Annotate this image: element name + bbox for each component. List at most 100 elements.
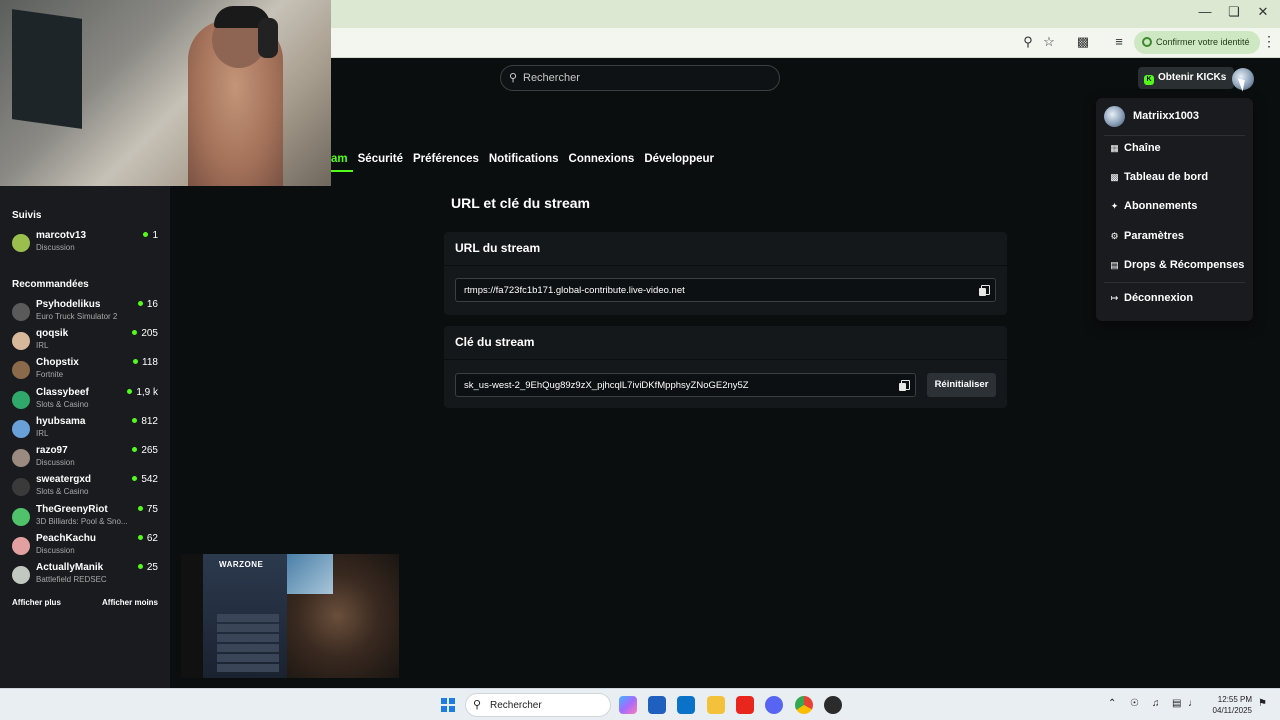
stream-key-value: sk_us-west-2_9EhQug89z9zX_pjhcqlL7iviDKf…: [464, 380, 749, 391]
tab-notifications[interactable]: Notifications: [489, 153, 559, 165]
menu-item-subscriptions[interactable]: ✦ Abonnements: [1104, 196, 1245, 218]
outlook-icon[interactable]: [677, 696, 695, 714]
volume-icon[interactable]: ♩: [1188, 698, 1198, 709]
divider: [1104, 282, 1245, 283]
sidebar-channel[interactable]: PeachKachu Discussion 62: [10, 533, 160, 561]
tab-stream[interactable]: am: [331, 153, 348, 165]
reset-key-button[interactable]: Réinitialiser: [927, 373, 996, 397]
sidebar-channel[interactable]: Classybeef Slots & Casino 1,9 k: [10, 387, 160, 415]
viewer-count: 205: [132, 328, 158, 339]
avatar: [12, 332, 30, 350]
sidebar-channel[interactable]: marcotv13 Discussion 1: [10, 230, 160, 258]
minimize-icon[interactable]: —: [1190, 4, 1220, 19]
viewer-count: 25: [137, 562, 158, 573]
avatar: [12, 391, 30, 409]
discord-icon[interactable]: [765, 696, 783, 714]
password-key-icon[interactable]: ⚲: [1019, 33, 1037, 51]
avatar: [12, 234, 30, 252]
sidebar: Suivis marcotv13 Discussion 1 Recommandé…: [0, 186, 170, 688]
avatar: [12, 420, 30, 438]
avatar: [1104, 106, 1125, 127]
viewer-count: 812: [132, 416, 158, 427]
sidebar-channel[interactable]: ActuallyManik Battlefield REDSEC 25: [10, 562, 160, 590]
tab-developer[interactable]: Développeur: [644, 153, 714, 165]
copy-icon[interactable]: [899, 380, 910, 391]
sidebar-channel[interactable]: Chopstix Fortnite 118: [10, 357, 160, 385]
maximize-icon[interactable]: ❏: [1219, 4, 1249, 20]
viewer-count: 16: [137, 299, 158, 310]
user-menu-dropdown: Matriixx1003 ▦ Chaîne ▩ Tableau de bord ✦ A…: [1096, 98, 1253, 321]
tab-preferences[interactable]: Préférences: [413, 153, 479, 165]
live-dot-icon: [127, 389, 133, 394]
live-dot-icon: [137, 301, 143, 306]
verify-identity-button[interactable]: Confirmer votre identité: [1134, 31, 1260, 54]
webcam-monitor: [12, 9, 82, 129]
copilot-icon[interactable]: [619, 696, 637, 714]
stream-key-heading: Clé du stream: [444, 326, 1007, 360]
network-icon[interactable]: ▤: [1172, 698, 1181, 709]
sidebar-channel[interactable]: razo97 Discussion 265: [10, 445, 160, 473]
avatar: [12, 566, 30, 584]
live-dot-icon: [132, 476, 138, 481]
get-kicks-button[interactable]: K Obtenir KICKs: [1138, 67, 1235, 89]
reading-list-icon[interactable]: ≡: [1110, 33, 1128, 51]
obs-icon[interactable]: [824, 696, 842, 714]
sparkle-icon: ✦: [1110, 201, 1119, 211]
notification-icon[interactable]: ⚑: [1258, 698, 1267, 709]
live-dot-icon: [133, 359, 139, 364]
stream-key-card: Clé du stream sk_us-west-2_9EhQug89z9zX_…: [444, 326, 1007, 408]
sidebar-channel[interactable]: hyubsama IRL 812: [10, 416, 160, 444]
tab-security[interactable]: Sécurité: [358, 153, 403, 165]
stream-url-field[interactable]: rtmps://fa723fc1b171.global-contribute.l…: [455, 278, 996, 302]
store-icon[interactable]: [648, 696, 666, 714]
sidebar-channel[interactable]: qoqsik IRL 205: [10, 328, 160, 356]
bookmark-star-icon[interactable]: ☆: [1040, 33, 1058, 51]
webcam-headset: [258, 18, 278, 58]
menu-item-settings[interactable]: ⚙ Paramètres: [1104, 226, 1245, 248]
file-explorer-icon[interactable]: [707, 696, 725, 714]
page-title: URL et clé du stream: [451, 195, 591, 211]
avatar: [12, 449, 30, 467]
divider: [1104, 135, 1245, 136]
microphone-icon[interactable]: ♫: [1152, 698, 1160, 709]
browser-menu-icon[interactable]: ⋮: [1262, 33, 1276, 50]
menu-item-logout[interactable]: ↦ Déconnexion: [1104, 288, 1245, 310]
sidebar-channel[interactable]: Psyhodelikus Euro Truck Simulator 2 16: [10, 299, 160, 327]
menu-item-drops[interactable]: ▤ Drops & Récompenses: [1104, 255, 1245, 277]
site-search[interactable]: ⚲: [500, 65, 780, 91]
search-icon: ⚲: [509, 72, 518, 84]
taskbar-search[interactable]: ⚲ Rechercher: [465, 693, 611, 717]
extensions-icon[interactable]: ▩: [1074, 33, 1092, 51]
viewer-count: 542: [132, 474, 158, 485]
kicks-icon: K: [1144, 75, 1154, 85]
copy-icon[interactable]: [979, 285, 990, 296]
taskbar-clock[interactable]: 12:55 PM 04/11/2025: [1204, 694, 1252, 716]
stream-key-field[interactable]: sk_us-west-2_9EhQug89z9zX_pjhcqlL7iviDKf…: [455, 373, 916, 397]
windows-start-icon[interactable]: [441, 698, 455, 712]
tray-overflow-icon[interactable]: ⌃: [1108, 698, 1116, 709]
sidebar-channel[interactable]: sweatergxd Slots & Casino 542: [10, 474, 160, 502]
live-dot-icon: [132, 418, 138, 423]
menu-item-dashboard[interactable]: ▩ Tableau de bord: [1104, 167, 1245, 189]
viewer-count: 62: [137, 533, 158, 544]
avatar: [12, 478, 30, 496]
security-tray-icon[interactable]: ☉: [1130, 698, 1139, 709]
dropdown-username: Matriixx1003: [1133, 110, 1200, 122]
sidebar-channel[interactable]: TheGreenyRiot 3D Billiards: Pool & Sno...…: [10, 504, 160, 532]
search-input[interactable]: [523, 69, 773, 87]
chrome-icon[interactable]: [795, 696, 813, 714]
close-icon[interactable]: ✕: [1248, 4, 1278, 20]
tab-connections[interactable]: Connexions: [569, 153, 635, 165]
stream-url-value: rtmps://fa723fc1b171.global-contribute.l…: [464, 285, 685, 296]
active-tab-indicator: [331, 170, 353, 172]
gift-icon: ▤: [1110, 260, 1119, 270]
viewer-count: 75: [137, 504, 158, 515]
show-less-link[interactable]: Afficher moins: [102, 598, 158, 607]
show-more-link[interactable]: Afficher plus: [12, 598, 61, 607]
youtube-icon[interactable]: [736, 696, 754, 714]
menu-item-channel[interactable]: ▦ Chaîne: [1104, 138, 1245, 160]
windows-taskbar: ⚲ Rechercher ⌃ ☉ ♫ ▤ ♩ 12:55 PM 04/11/20…: [0, 688, 1280, 720]
recommended-heading: Recommandées: [12, 279, 89, 290]
game-preview-art: [287, 554, 333, 594]
viewer-count: 265: [132, 445, 158, 456]
